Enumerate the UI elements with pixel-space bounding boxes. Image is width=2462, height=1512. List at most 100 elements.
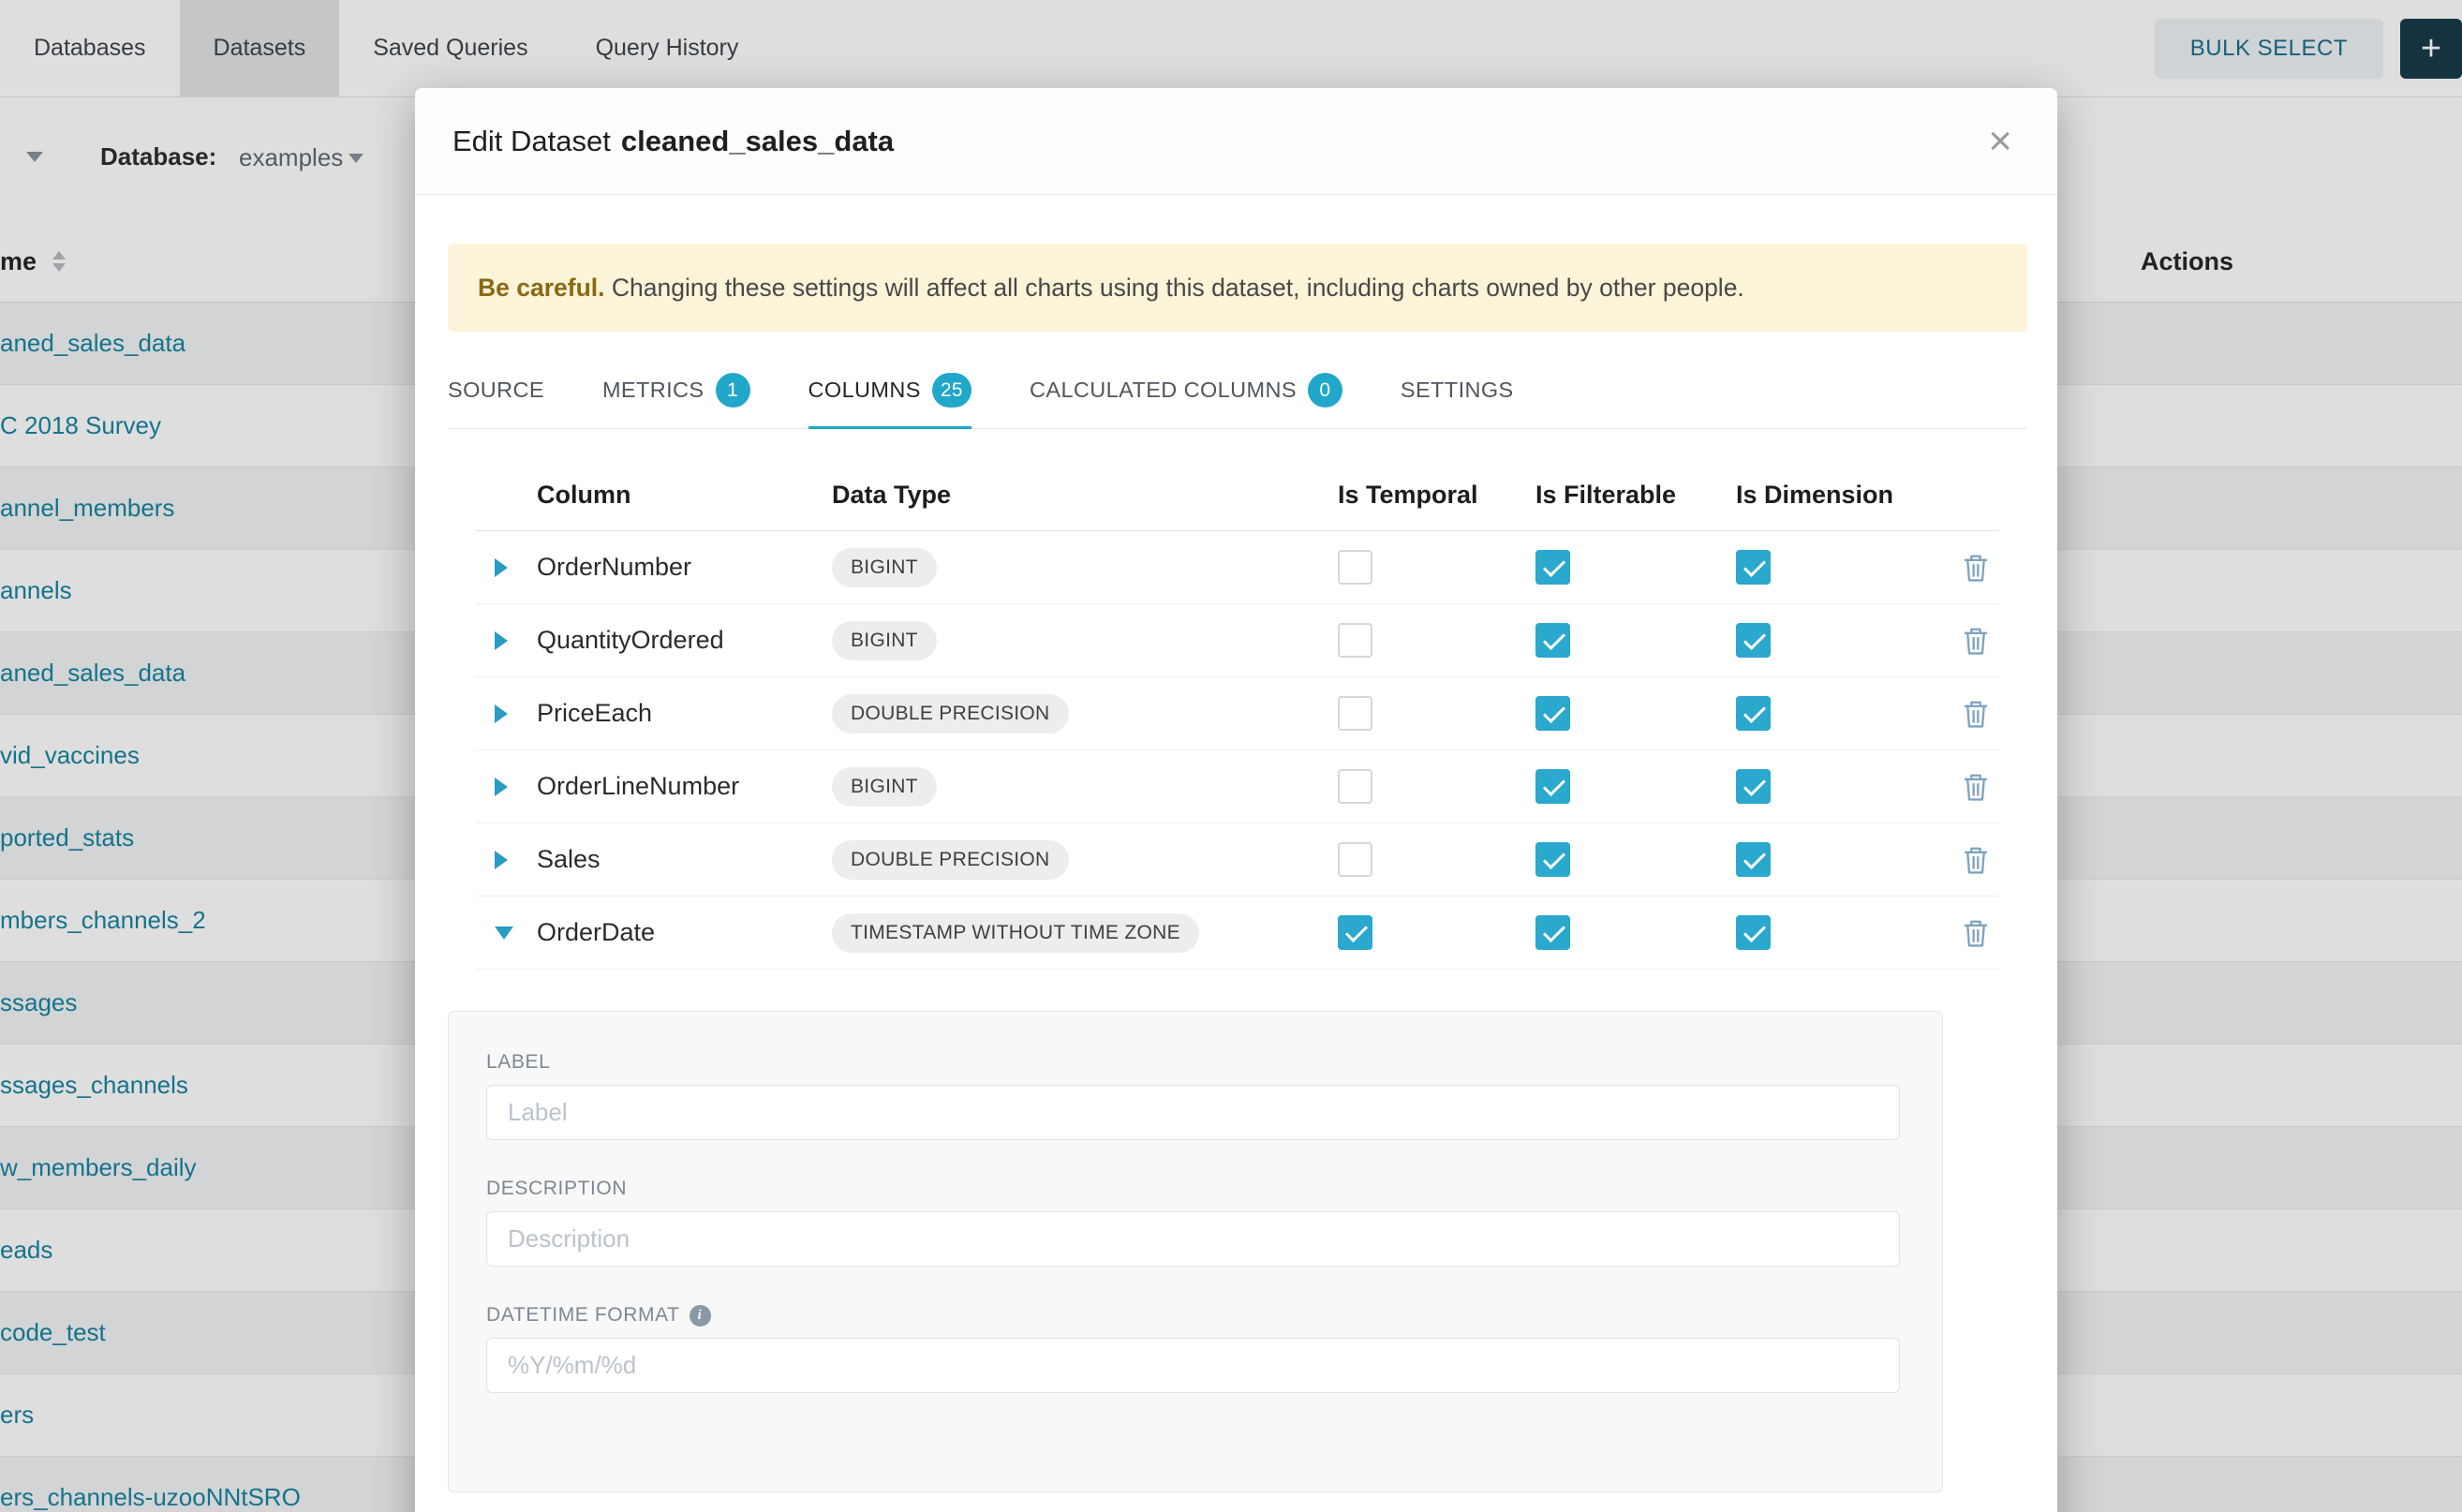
is-temporal-cell bbox=[1338, 915, 1535, 950]
tab-label: CALCULATED COLUMNS bbox=[1030, 378, 1297, 403]
is-dimension-checkbox[interactable] bbox=[1736, 769, 1771, 804]
delete-column-button[interactable] bbox=[1963, 845, 1999, 875]
columns-table-header: Column Data Type Is Temporal Is Filterab… bbox=[476, 460, 1999, 531]
caret-shape bbox=[495, 851, 508, 869]
delete-column-button[interactable] bbox=[1963, 772, 1999, 802]
column-name: Sales bbox=[537, 845, 601, 874]
column-name-cell: OrderNumber bbox=[537, 553, 832, 582]
datetime-format-input[interactable] bbox=[486, 1338, 1900, 1393]
data-type-pill: BIGINT bbox=[832, 767, 937, 807]
tab-source[interactable]: SOURCE bbox=[448, 373, 544, 429]
data-type-pill: TIMESTAMP WITHOUT TIME ZONE bbox=[832, 913, 1199, 953]
label-field-label: LABEL bbox=[486, 1051, 1900, 1074]
is-filterable-cell bbox=[1535, 769, 1736, 804]
column-name: PriceEach bbox=[537, 699, 652, 728]
data-type-cell: DOUBLE PRECISION bbox=[832, 694, 1338, 734]
column-name-cell: OrderLineNumber bbox=[537, 772, 832, 801]
trash-icon bbox=[1963, 772, 1989, 802]
is-dimension-checkbox[interactable] bbox=[1736, 842, 1771, 877]
caret-shape bbox=[495, 704, 508, 723]
close-icon[interactable]: × bbox=[1980, 117, 2020, 166]
tab-columns[interactable]: COLUMNS 25 bbox=[808, 373, 971, 429]
modal-title-prefix: Edit Dataset bbox=[452, 125, 611, 157]
trash-icon bbox=[1963, 845, 1989, 875]
is-temporal-checkbox[interactable] bbox=[1338, 915, 1372, 950]
is-dimension-checkbox[interactable] bbox=[1736, 623, 1771, 658]
caret-shape bbox=[495, 631, 508, 650]
delete-column-button[interactable] bbox=[1963, 626, 1999, 656]
description-input[interactable] bbox=[486, 1211, 1900, 1267]
expand-caret-icon[interactable] bbox=[476, 851, 537, 869]
is-filterable-checkbox[interactable] bbox=[1535, 623, 1570, 658]
modal-body: Be careful. Changing these settings will… bbox=[415, 195, 2057, 1492]
is-filterable-checkbox[interactable] bbox=[1535, 696, 1570, 731]
is-filterable-checkbox[interactable] bbox=[1535, 842, 1570, 877]
is-temporal-checkbox[interactable] bbox=[1338, 842, 1372, 877]
data-type-pill: BIGINT bbox=[832, 621, 937, 660]
warning-bold-text: Be careful. bbox=[478, 274, 605, 302]
caret-shape bbox=[495, 558, 508, 577]
delete-column-button[interactable] bbox=[1963, 699, 1999, 729]
is-temporal-checkbox[interactable] bbox=[1338, 769, 1372, 804]
is-filterable-checkbox[interactable] bbox=[1535, 915, 1570, 950]
tab-settings[interactable]: SETTINGS bbox=[1401, 373, 1514, 429]
description-field-label-text: DESCRIPTION bbox=[486, 1178, 627, 1200]
column-name-cell: QuantityOrdered bbox=[537, 626, 832, 655]
column-name: OrderNumber bbox=[537, 553, 691, 582]
tab-label: SOURCE bbox=[448, 378, 544, 403]
is-dimension-cell bbox=[1736, 550, 1963, 585]
is-filterable-checkbox[interactable] bbox=[1535, 769, 1570, 804]
tab-calculated-columns[interactable]: CALCULATED COLUMNS 0 bbox=[1030, 373, 1342, 429]
is-temporal-checkbox[interactable] bbox=[1338, 696, 1372, 731]
delete-column-button[interactable] bbox=[1963, 553, 1999, 583]
is-temporal-cell bbox=[1338, 696, 1535, 731]
expand-caret-icon[interactable] bbox=[476, 631, 537, 650]
is-dimension-cell bbox=[1736, 623, 1963, 658]
tab-count-badge: 0 bbox=[1308, 373, 1342, 408]
label-input[interactable] bbox=[486, 1085, 1900, 1140]
delete-column-button[interactable] bbox=[1963, 918, 1999, 948]
tab-metrics[interactable]: METRICS1 bbox=[602, 373, 750, 429]
datetime-format-field-label: DATETIME FORMAT i bbox=[486, 1304, 1900, 1327]
is-dimension-cell bbox=[1736, 769, 1963, 804]
tab-label: SETTINGS bbox=[1401, 378, 1514, 403]
is-filterable-cell bbox=[1535, 842, 1736, 877]
column-name: OrderLineNumber bbox=[537, 772, 739, 801]
data-type-pill: BIGINT bbox=[832, 548, 937, 587]
column-name-cell: PriceEach bbox=[537, 699, 832, 728]
tab-label: COLUMNS bbox=[808, 378, 921, 403]
column-row: QuantityOrderedBIGINT bbox=[476, 604, 1999, 677]
collapse-caret-icon[interactable] bbox=[476, 926, 537, 940]
is-dimension-checkbox[interactable] bbox=[1736, 696, 1771, 731]
is-dimension-checkbox[interactable] bbox=[1736, 550, 1771, 585]
column-row: SalesDOUBLE PRECISION bbox=[476, 823, 1999, 897]
expand-caret-icon[interactable] bbox=[476, 704, 537, 723]
is-dimension-checkbox[interactable] bbox=[1736, 915, 1771, 950]
is-temporal-cell bbox=[1338, 550, 1535, 585]
data-type-cell: BIGINT bbox=[832, 767, 1338, 807]
column-header: Column bbox=[537, 481, 832, 510]
data-type-cell: TIMESTAMP WITHOUT TIME ZONE bbox=[832, 913, 1338, 953]
expand-caret-icon[interactable] bbox=[476, 778, 537, 796]
warning-banner: Be careful. Changing these settings will… bbox=[448, 244, 2027, 332]
datatype-header: Data Type bbox=[832, 481, 1338, 510]
is-temporal-header: Is Temporal bbox=[1338, 481, 1535, 510]
is-dimension-header: Is Dimension bbox=[1736, 481, 1963, 510]
expand-caret-icon[interactable] bbox=[476, 558, 537, 577]
is-temporal-checkbox[interactable] bbox=[1338, 623, 1372, 658]
is-filterable-cell bbox=[1535, 915, 1736, 950]
is-filterable-checkbox[interactable] bbox=[1535, 550, 1570, 585]
column-name-cell: Sales bbox=[537, 845, 832, 874]
label-field-label-text: LABEL bbox=[486, 1051, 550, 1074]
tab-count-badge: 25 bbox=[932, 373, 971, 408]
modal-tabs: SOURCE METRICS1 COLUMNS 25 CALCULATED COLUMN… bbox=[448, 373, 2027, 429]
is-temporal-checkbox[interactable] bbox=[1338, 550, 1372, 585]
is-filterable-cell bbox=[1535, 550, 1736, 585]
is-temporal-cell bbox=[1338, 623, 1535, 658]
column-detail-panel: LABEL DESCRIPTION DATETIME FORMAT i bbox=[448, 1011, 1943, 1492]
is-dimension-cell bbox=[1736, 696, 1963, 731]
is-temporal-cell bbox=[1338, 769, 1535, 804]
trash-icon bbox=[1963, 553, 1989, 583]
columns-table-rows: OrderNumberBIGINTQuantityOrderedBIGINTPr… bbox=[476, 531, 1999, 970]
info-icon[interactable]: i bbox=[690, 1305, 711, 1327]
